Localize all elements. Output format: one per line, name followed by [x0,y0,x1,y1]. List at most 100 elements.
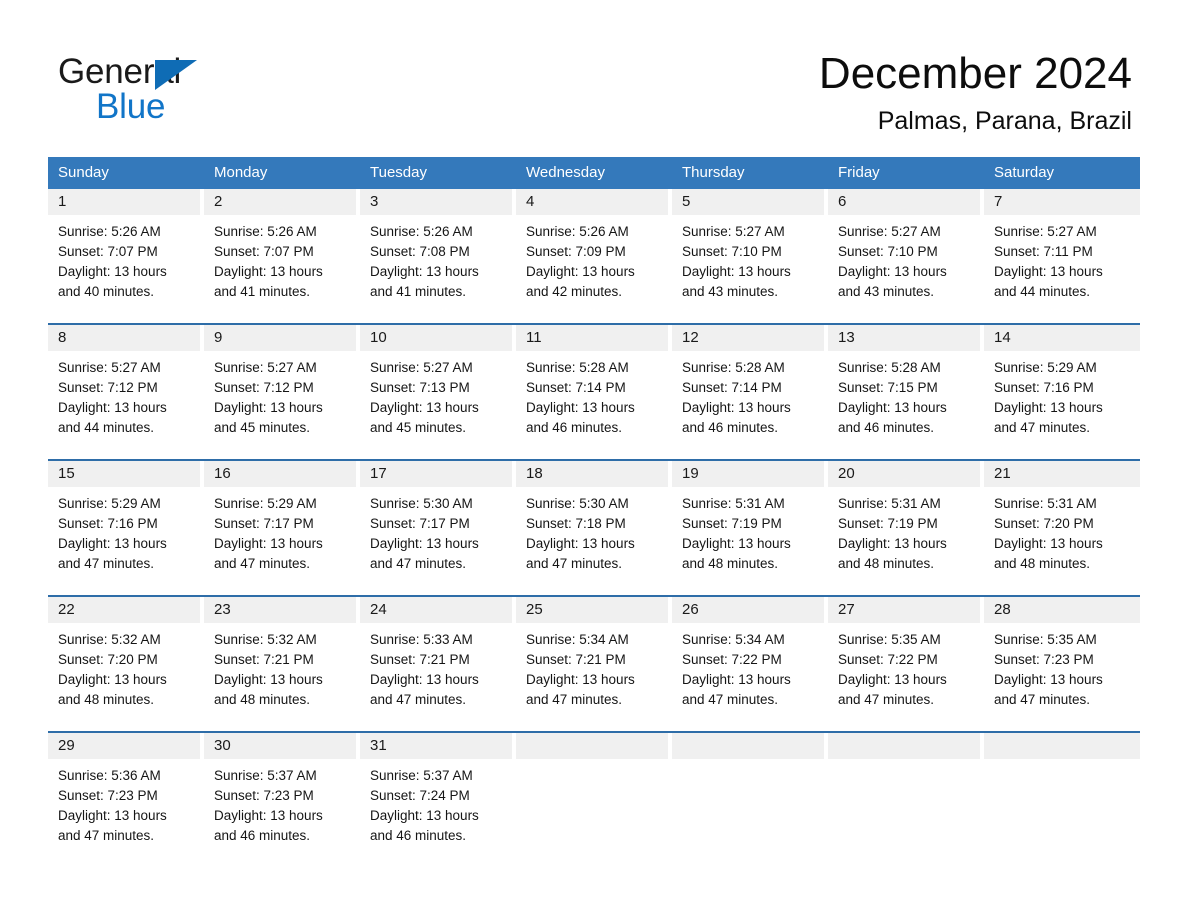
title-block: December 2024 Palmas, Parana, Brazil [819,46,1132,138]
day-cell[interactable]: 3 Sunrise: 5:26 AM Sunset: 7:08 PM Dayli… [360,189,516,323]
day-number: 25 [526,601,543,618]
sunset-text: Sunset: 7:07 PM [214,244,314,259]
day-cell[interactable]: 31 Sunrise: 5:37 AM Sunset: 7:24 PM Dayl… [360,733,516,867]
day-cell[interactable]: 11 Sunrise: 5:28 AM Sunset: 7:14 PM Dayl… [516,325,672,459]
day-number: 22 [58,601,75,618]
sunrise-text: Sunrise: 5:31 AM [838,496,941,511]
day-cell[interactable]: 1 Sunrise: 5:26 AM Sunset: 7:07 PM Dayli… [48,189,204,323]
day-number: 13 [838,329,855,346]
weekday-header-sunday: Sunday [58,164,109,181]
day-details: Sunrise: 5:29 AM Sunset: 7:17 PM Dayligh… [204,487,360,595]
sunrise-text: Sunrise: 5:26 AM [58,224,161,239]
day-cell[interactable]: 30 Sunrise: 5:37 AM Sunset: 7:23 PM Dayl… [204,733,360,867]
day-cell[interactable]: 15 Sunrise: 5:29 AM Sunset: 7:16 PM Dayl… [48,461,204,595]
daylight-text-line2: and 47 minutes. [838,692,935,707]
daylight-text-line2: and 40 minutes. [58,284,155,299]
day-cell[interactable]: 24 Sunrise: 5:33 AM Sunset: 7:21 PM Dayl… [360,597,516,731]
day-cell[interactable]: 13 Sunrise: 5:28 AM Sunset: 7:15 PM Dayl… [828,325,984,459]
sunrise-text: Sunrise: 5:26 AM [214,224,317,239]
day-number-band: 18 [516,461,668,487]
day-cell[interactable]: 5 Sunrise: 5:27 AM Sunset: 7:10 PM Dayli… [672,189,828,323]
daylight-text-line2: and 47 minutes. [526,556,623,571]
sunset-text: Sunset: 7:08 PM [370,244,470,259]
day-details: Sunrise: 5:35 AM Sunset: 7:22 PM Dayligh… [828,623,984,731]
day-cell[interactable]: 22 Sunrise: 5:32 AM Sunset: 7:20 PM Dayl… [48,597,204,731]
daylight-text-line2: and 47 minutes. [370,692,467,707]
sunrise-text: Sunrise: 5:37 AM [370,768,473,783]
day-number: 7 [994,193,1003,210]
daylight-text-line1: Daylight: 13 hours [682,264,791,279]
sunrise-text: Sunrise: 5:26 AM [370,224,473,239]
day-number-band: 29 [48,733,200,759]
calendar-week-row: 29 Sunrise: 5:36 AM Sunset: 7:23 PM Dayl… [48,731,1140,867]
day-number-band: 30 [204,733,356,759]
sunrise-text: Sunrise: 5:32 AM [214,632,317,647]
day-number: 28 [994,601,1011,618]
sunset-text: Sunset: 7:12 PM [58,380,158,395]
sunrise-text: Sunrise: 5:31 AM [994,496,1097,511]
daylight-text-line2: and 41 minutes. [370,284,467,299]
day-cell[interactable]: 23 Sunrise: 5:32 AM Sunset: 7:21 PM Dayl… [204,597,360,731]
sunrise-text: Sunrise: 5:32 AM [58,632,161,647]
day-cell[interactable]: 27 Sunrise: 5:35 AM Sunset: 7:22 PM Dayl… [828,597,984,731]
day-cell[interactable]: 28 Sunrise: 5:35 AM Sunset: 7:23 PM Dayl… [984,597,1140,731]
day-cell[interactable]: 19 Sunrise: 5:31 AM Sunset: 7:19 PM Dayl… [672,461,828,595]
weekday-header-thursday: Thursday [682,164,745,181]
daylight-text-line1: Daylight: 13 hours [58,400,167,415]
daylight-text-line1: Daylight: 13 hours [58,536,167,551]
day-details: Sunrise: 5:32 AM Sunset: 7:20 PM Dayligh… [48,623,204,731]
day-cell[interactable]: 18 Sunrise: 5:30 AM Sunset: 7:18 PM Dayl… [516,461,672,595]
day-cell[interactable]: 26 Sunrise: 5:34 AM Sunset: 7:22 PM Dayl… [672,597,828,731]
day-cell[interactable]: 25 Sunrise: 5:34 AM Sunset: 7:21 PM Dayl… [516,597,672,731]
daylight-text-line2: and 48 minutes. [214,692,311,707]
day-cell[interactable]: 12 Sunrise: 5:28 AM Sunset: 7:14 PM Dayl… [672,325,828,459]
brand-triangle-icon [155,60,197,90]
sunrise-text: Sunrise: 5:27 AM [58,360,161,375]
day-details: Sunrise: 5:32 AM Sunset: 7:21 PM Dayligh… [204,623,360,731]
day-details [984,759,1140,867]
day-number: 10 [370,329,387,346]
daylight-text-line2: and 45 minutes. [370,420,467,435]
day-number-band: 27 [828,597,980,623]
daylight-text-line1: Daylight: 13 hours [994,264,1103,279]
calendar-week-row: 8 Sunrise: 5:27 AM Sunset: 7:12 PM Dayli… [48,323,1140,459]
weekday-header-wednesday: Wednesday [526,164,605,181]
day-cell[interactable]: 2 Sunrise: 5:26 AM Sunset: 7:07 PM Dayli… [204,189,360,323]
sunset-text: Sunset: 7:14 PM [526,380,626,395]
day-number-band [672,733,824,759]
day-details: Sunrise: 5:27 AM Sunset: 7:12 PM Dayligh… [48,351,204,459]
day-cell[interactable]: 14 Sunrise: 5:29 AM Sunset: 7:16 PM Dayl… [984,325,1140,459]
day-cell-empty [516,733,672,867]
daylight-text-line1: Daylight: 13 hours [838,672,947,687]
day-cell[interactable]: 16 Sunrise: 5:29 AM Sunset: 7:17 PM Dayl… [204,461,360,595]
day-cell[interactable]: 21 Sunrise: 5:31 AM Sunset: 7:20 PM Dayl… [984,461,1140,595]
daylight-text-line2: and 47 minutes. [214,556,311,571]
daylight-text-line2: and 48 minutes. [682,556,779,571]
day-cell[interactable]: 8 Sunrise: 5:27 AM Sunset: 7:12 PM Dayli… [48,325,204,459]
day-cell[interactable]: 4 Sunrise: 5:26 AM Sunset: 7:09 PM Dayli… [516,189,672,323]
day-number: 31 [370,737,387,754]
day-cell[interactable]: 7 Sunrise: 5:27 AM Sunset: 7:11 PM Dayli… [984,189,1140,323]
sunrise-text: Sunrise: 5:27 AM [994,224,1097,239]
daylight-text-line1: Daylight: 13 hours [838,536,947,551]
day-cell[interactable]: 29 Sunrise: 5:36 AM Sunset: 7:23 PM Dayl… [48,733,204,867]
daylight-text-line1: Daylight: 13 hours [214,536,323,551]
day-cell[interactable]: 10 Sunrise: 5:27 AM Sunset: 7:13 PM Dayl… [360,325,516,459]
day-cell[interactable]: 9 Sunrise: 5:27 AM Sunset: 7:12 PM Dayli… [204,325,360,459]
sunset-text: Sunset: 7:17 PM [370,516,470,531]
day-cell[interactable]: 6 Sunrise: 5:27 AM Sunset: 7:10 PM Dayli… [828,189,984,323]
day-cell[interactable]: 20 Sunrise: 5:31 AM Sunset: 7:19 PM Dayl… [828,461,984,595]
sunset-text: Sunset: 7:13 PM [370,380,470,395]
daylight-text-line1: Daylight: 13 hours [838,400,947,415]
day-details: Sunrise: 5:34 AM Sunset: 7:21 PM Dayligh… [516,623,672,731]
daylight-text-line2: and 41 minutes. [214,284,311,299]
daylight-text-line1: Daylight: 13 hours [58,672,167,687]
generalblue-logo[interactable]: General Blue [58,52,358,132]
day-number: 19 [682,465,699,482]
day-number-band: 9 [204,325,356,351]
calendar-week-row: 22 Sunrise: 5:32 AM Sunset: 7:20 PM Dayl… [48,595,1140,731]
day-number-band: 28 [984,597,1140,623]
day-cell[interactable]: 17 Sunrise: 5:30 AM Sunset: 7:17 PM Dayl… [360,461,516,595]
daylight-text-line1: Daylight: 13 hours [214,264,323,279]
day-number-band: 23 [204,597,356,623]
